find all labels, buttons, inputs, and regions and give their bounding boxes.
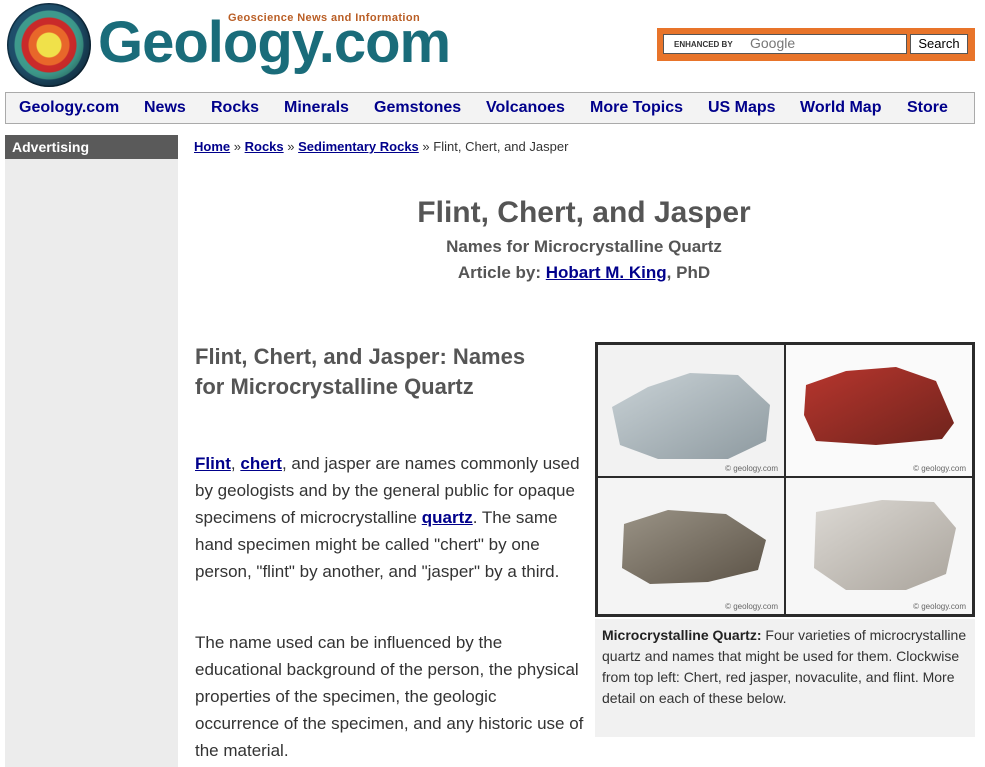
breadcrumb-home[interactable]: Home — [194, 139, 230, 154]
author-suffix: , PhD — [666, 263, 711, 282]
breadcrumb-separator: » — [422, 139, 430, 154]
byline: Article by: Hobart M. King, PhD — [194, 263, 974, 283]
main-nav: Geology.com News Rocks Minerals Gemstone… — [5, 92, 975, 124]
author-link[interactable]: Hobart M. King — [546, 263, 667, 282]
photo-watermark: © geology.com — [913, 464, 966, 473]
nav-item-gemstones[interactable]: Gemstones — [374, 99, 461, 117]
flint-rock-image — [622, 510, 766, 584]
photo-watermark: © geology.com — [725, 464, 778, 473]
sidebar-advertising: Advertising — [5, 135, 178, 767]
nav-item-rocks[interactable]: Rocks — [211, 99, 259, 117]
paragraph-1: Flint, chert, and jasper are names commo… — [195, 450, 585, 585]
section-heading: Flint, Chert, and Jasper: Names for Micr… — [195, 344, 526, 399]
nav-item-news[interactable]: News — [144, 99, 186, 117]
nav-item-geology[interactable]: Geology.com — [19, 99, 119, 117]
photo-novaculite: © geology.com — [786, 478, 972, 614]
breadcrumb-rocks[interactable]: Rocks — [245, 139, 284, 154]
breadcrumb-separator: » — [233, 139, 241, 154]
link-chert[interactable]: chert — [240, 454, 282, 473]
sidebar-heading: Advertising — [5, 135, 178, 159]
nav-item-world-map[interactable]: World Map — [800, 99, 881, 117]
site-logo-text[interactable]: Geology.com — [98, 8, 451, 78]
breadcrumb-sedimentary[interactable]: Sedimentary Rocks — [298, 139, 419, 154]
page-subtitle: Names for Microcrystalline Quartz — [446, 237, 722, 256]
photo-chert: © geology.com — [598, 345, 784, 476]
page-title: Flint, Chert, and Jasper — [417, 196, 751, 229]
photo-watermark: © geology.com — [913, 602, 966, 611]
nav-item-minerals[interactable]: Minerals — [284, 99, 349, 117]
caption-heading: Microcrystalline Quartz: — [602, 627, 762, 643]
nav-item-store[interactable]: Store — [907, 99, 948, 117]
photo-watermark: © geology.com — [725, 602, 778, 611]
nav-item-more-topics[interactable]: More Topics — [590, 99, 683, 117]
link-flint[interactable]: Flint — [195, 454, 231, 473]
photo-red-jasper: © geology.com — [786, 345, 972, 476]
rock-photo-grid: © geology.com © geology.com © geology.co… — [595, 342, 975, 617]
p1-sep: , — [230, 454, 236, 473]
link-quartz[interactable]: quartz — [422, 508, 473, 527]
search-enhanced-label: ENHANCED BY — [674, 40, 733, 49]
logo-globe-icon[interactable] — [7, 3, 91, 87]
figure-caption: Microcrystalline Quartz: Four varieties … — [595, 619, 975, 737]
breadcrumb-separator: » — [287, 139, 295, 154]
jasper-rock-image — [804, 367, 954, 445]
nav-item-volcanoes[interactable]: Volcanoes — [486, 99, 565, 117]
breadcrumb: Home » Rocks » Sedimentary Rocks » Flint… — [194, 139, 568, 154]
search-button[interactable]: Search — [910, 34, 968, 54]
byline-prefix: Article by: — [457, 263, 542, 282]
search-input[interactable]: ENHANCED BY Google — [663, 34, 907, 54]
search-google-label: Google — [750, 35, 796, 51]
paragraph-2: The name used can be influenced by the e… — [195, 633, 584, 760]
novaculite-rock-image — [814, 500, 956, 590]
chert-rock-image — [612, 373, 770, 459]
search-box: ENHANCED BY Google Search — [657, 28, 975, 61]
breadcrumb-current: Flint, Chert, and Jasper — [433, 139, 569, 154]
nav-item-us-maps[interactable]: US Maps — [708, 99, 776, 117]
photo-flint: © geology.com — [598, 478, 784, 614]
